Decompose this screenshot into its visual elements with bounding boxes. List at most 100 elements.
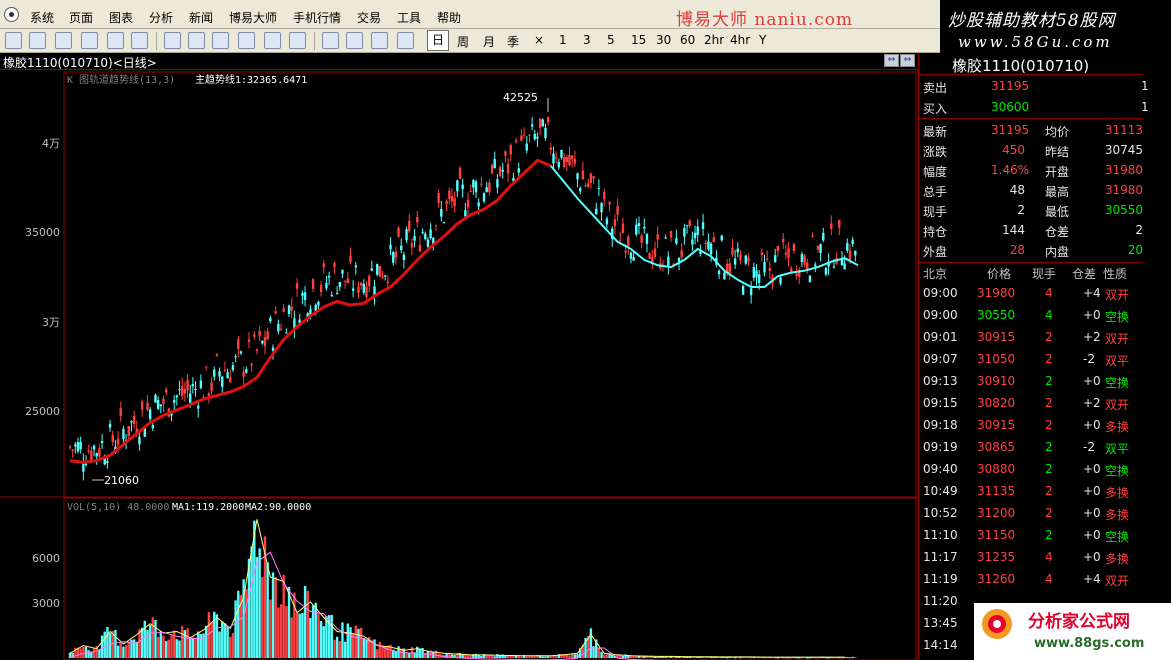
- tick-row[interactable]: 11:17 31235 4 +0 多换: [921, 547, 1161, 567]
- tick-row[interactable]: 09:00 31980 4 +4 双开: [921, 283, 1161, 303]
- tick-oi: +4: [1083, 572, 1101, 586]
- candle-body: [749, 288, 753, 296]
- candle-body: [365, 286, 368, 298]
- stat-value: 31195: [991, 123, 1030, 137]
- alert-icon[interactable]: [346, 32, 363, 49]
- period-year[interactable]: Y: [759, 33, 766, 47]
- volume-bar: [116, 645, 120, 658]
- ad-badge[interactable]: 分析家公式网 www.88gs.com: [974, 603, 1171, 660]
- period-2hr[interactable]: 2hr: [704, 33, 724, 47]
- period-month[interactable]: 月: [483, 33, 495, 50]
- volume-bar: [266, 562, 269, 658]
- candle-body: [621, 223, 625, 233]
- candle-body: [453, 198, 456, 207]
- draw-icon[interactable]: [322, 32, 339, 49]
- volume-bar: [194, 638, 197, 658]
- period-4hr[interactable]: 4hr: [730, 33, 750, 47]
- period-60min[interactable]: 60: [680, 33, 695, 47]
- period-day[interactable]: 日: [427, 30, 449, 51]
- tick-row[interactable]: 09:19 30865 2 -2 双平: [921, 437, 1161, 457]
- tick-row[interactable]: 09:18 30915 2 +0 多换: [921, 415, 1161, 435]
- line-chart-icon[interactable]: [29, 32, 46, 49]
- period-week[interactable]: 周: [457, 33, 469, 50]
- tick-time: 10:52: [923, 506, 958, 520]
- high-label: 42525: [503, 91, 538, 104]
- tick-row[interactable]: 11:19 31260 4 +4 双开: [921, 569, 1161, 589]
- tick-nature: 双开: [1105, 398, 1130, 412]
- candle-body: [707, 241, 710, 250]
- tick-row[interactable]: 10:52 31200 2 +0 多换: [921, 503, 1161, 523]
- tick-row[interactable]: 09:40 30880 2 +0 空换: [921, 459, 1161, 479]
- volume-bar: [854, 656, 857, 658]
- tick-oi: +0: [1083, 308, 1101, 322]
- candle-body: [279, 328, 283, 330]
- candle-body: [322, 263, 325, 268]
- period-3min[interactable]: 3: [583, 33, 591, 47]
- volume-bar: [82, 646, 85, 658]
- period-30min[interactable]: 30: [656, 33, 671, 47]
- menu-mobile[interactable]: 手机行情: [293, 9, 341, 26]
- back-icon[interactable]: [5, 32, 22, 49]
- volume-bar: [287, 586, 291, 658]
- tick-row[interactable]: 09:07 31050 2 -2 双平: [921, 349, 1161, 369]
- tick-oi: +0: [1083, 506, 1101, 520]
- menu-system[interactable]: 系统: [30, 9, 54, 26]
- restore-icon[interactable]: ⇔: [884, 54, 899, 67]
- kline-icon[interactable]: [55, 32, 72, 49]
- volume-bar: [114, 629, 117, 658]
- volume-bar: [349, 627, 352, 658]
- candle-body: [237, 339, 240, 350]
- volume-bar: [290, 617, 293, 658]
- tick-row[interactable]: 09:00 30550 4 +0 空换: [921, 305, 1161, 325]
- menu-page[interactable]: 页面: [69, 9, 93, 26]
- candle-body: [405, 229, 408, 241]
- color-icon[interactable]: [371, 32, 388, 49]
- drag-icon[interactable]: [264, 32, 281, 49]
- candle-body: [522, 134, 526, 136]
- menu-trade[interactable]: 交易: [357, 9, 381, 26]
- menu-help[interactable]: 帮助: [437, 9, 461, 26]
- period-5min[interactable]: 5: [607, 33, 615, 47]
- chart-titlebar: 橡胶1110(010710)<日线> ⇔ ⇔: [0, 53, 918, 70]
- volume-bar: [325, 616, 328, 658]
- zoom-in-icon[interactable]: [188, 32, 205, 49]
- menu-boyi[interactable]: 博易大师: [229, 9, 277, 26]
- tick-vol: 2: [1045, 484, 1053, 498]
- tick-oi: +0: [1083, 550, 1101, 564]
- candle-body: [597, 187, 601, 189]
- menu-chart[interactable]: 图表: [109, 9, 133, 26]
- candle-body: [448, 190, 451, 199]
- table-icon[interactable]: [81, 32, 98, 49]
- period-close[interactable]: ×: [534, 33, 544, 47]
- menu-news[interactable]: 新闻: [189, 9, 213, 26]
- system-menu-icon[interactable]: [4, 7, 19, 22]
- lightning-icon[interactable]: [397, 32, 414, 49]
- candle-body: [277, 323, 280, 332]
- period-quarter[interactable]: 季: [507, 33, 519, 50]
- tick-row[interactable]: 09:15 30820 2 +2 双开: [921, 393, 1161, 413]
- menu-analysis[interactable]: 分析: [149, 9, 173, 26]
- menu-tools[interactable]: 工具: [397, 9, 421, 26]
- zoom-out-icon[interactable]: [212, 32, 229, 49]
- candle-body: [180, 385, 184, 397]
- volume-bar: [122, 646, 125, 658]
- tick-oi: +2: [1083, 330, 1101, 344]
- period-1min[interactable]: 1: [559, 33, 567, 47]
- volume-bar: [351, 633, 355, 658]
- tick-header-oi: 仓差: [1072, 267, 1097, 281]
- kline-chart[interactable]: K 图轨道趋势线(13,3) 主趋势线1:32365.6471 4万 35000…: [0, 70, 918, 660]
- period-15min[interactable]: 15: [631, 33, 646, 47]
- magnet-icon[interactable]: [238, 32, 255, 49]
- tick-row[interactable]: 09:01 30915 2 +2 双开: [921, 327, 1161, 347]
- f10-icon[interactable]: [131, 32, 148, 49]
- tick-row[interactable]: 09:13 30910 2 +0 空换: [921, 371, 1161, 391]
- refresh-icon[interactable]: [164, 32, 181, 49]
- volume-bar: [279, 604, 283, 658]
- tick-row[interactable]: 11:10 31150 2 +0 空换: [921, 525, 1161, 545]
- volume-bar: [496, 654, 499, 658]
- candle-body: [776, 245, 780, 252]
- export-icon[interactable]: [289, 32, 306, 49]
- window-icon[interactable]: [107, 32, 124, 49]
- maximize-icon[interactable]: ⇔: [900, 54, 915, 67]
- tick-row[interactable]: 10:49 31135 2 +0 多换: [921, 481, 1161, 501]
